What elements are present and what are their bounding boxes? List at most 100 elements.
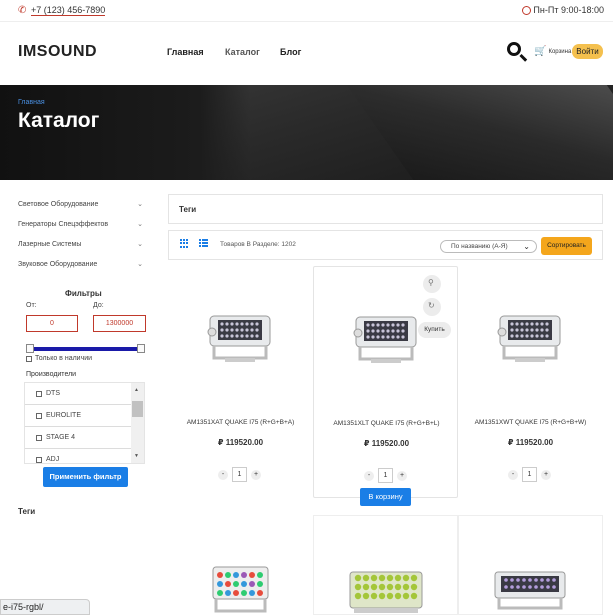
product-image[interactable]	[346, 309, 426, 369]
in-stock-toggle[interactable]: Только в наличии	[26, 355, 92, 362]
scroll-down-icon[interactable]: ▼	[134, 453, 139, 459]
breadcrumb[interactable]: Главная	[18, 99, 45, 106]
price-from-label: От:	[26, 302, 37, 309]
nav-blog[interactable]: Блог	[280, 47, 301, 57]
product-name[interactable]: AM1351XLT QUAKE I75 (R+G+B+L)	[314, 420, 459, 427]
manufacturer-item[interactable]: DTS	[25, 383, 131, 405]
site-logo[interactable]: IMSOUND	[18, 43, 97, 61]
compare-button[interactable]: ↻	[423, 298, 441, 316]
cart-icon: 🛒	[534, 46, 547, 57]
grid-view-icon[interactable]	[180, 239, 189, 248]
product-card[interactable]	[168, 515, 313, 615]
category-item[interactable]: Генераторы Спецэффектов ⌄	[18, 215, 145, 235]
product-count: Товаров В Разделе: 1202	[220, 241, 296, 248]
chevron-down-icon: ⌄	[137, 241, 143, 248]
manufacturer-item[interactable]: EUROLITE	[25, 405, 131, 427]
sidebar-tags-title: Теги	[18, 507, 36, 516]
category-item[interactable]: Звуковое Оборудование ⌄	[18, 255, 145, 275]
product-card[interactable]	[313, 515, 458, 615]
manufacturer-item[interactable]: ADJ	[25, 449, 131, 463]
in-stock-checkbox[interactable]	[26, 355, 32, 362]
sort-button[interactable]: Сортировать	[541, 237, 592, 255]
product-image[interactable]	[490, 308, 570, 368]
product-image[interactable]	[200, 308, 280, 368]
product-name[interactable]: AM1351XWT QUAKE I75 (R+G+B+W)	[458, 419, 603, 426]
nav-catalog[interactable]: Каталог	[225, 47, 260, 57]
category-item[interactable]: Лазерные Системы ⌄	[18, 235, 145, 255]
cart-link[interactable]: 🛒 Корзина	[534, 47, 571, 57]
chevron-down-icon: ⌄	[137, 221, 143, 228]
slider-max-handle[interactable]	[137, 344, 145, 353]
nav-home[interactable]: Главная	[167, 47, 204, 57]
work-hours-text: Пн-Пт 9:00-18:00	[533, 5, 604, 15]
product-price: ₽ 119520.00	[363, 439, 410, 448]
filters-title: Фильтры	[65, 289, 102, 298]
price-to-label: До:	[93, 302, 104, 309]
buy-button[interactable]: Купить	[418, 322, 451, 338]
phone-number[interactable]: +7 (123) 456-7890	[31, 5, 106, 16]
manufacturer-label: DTS	[46, 390, 60, 397]
product-image[interactable]	[314, 516, 457, 614]
product-card[interactable]	[458, 515, 603, 615]
increase-button[interactable]: +	[397, 470, 407, 481]
manufacturer-item[interactable]: STAGE 4	[25, 427, 131, 449]
chevron-down-icon: ⌄	[523, 242, 530, 251]
tags-title: Теги	[179, 205, 197, 214]
manufacturer-label: STAGE 4	[46, 434, 76, 441]
manufacturers-list: DTS EUROLITE STAGE 4 ADJ ▲ ▼	[24, 382, 145, 464]
sort-select-value: По названию (А-Я)	[451, 243, 508, 250]
category-item[interactable]: Световое Оборудование ⌄	[18, 195, 145, 215]
clock-icon	[522, 5, 532, 15]
manufacturers-scrollbar[interactable]: ▲ ▼	[131, 383, 144, 463]
manufacturer-checkbox[interactable]	[36, 456, 42, 463]
slider-min-handle[interactable]	[26, 344, 34, 353]
chevron-down-icon: ⌄	[137, 261, 143, 268]
price-to-input[interactable]: 1300000	[93, 315, 146, 332]
product-name[interactable]: AM1351XAT QUAKE I75 (R+G+B+A)	[168, 419, 313, 426]
product-price: ₽ 119520.00	[217, 438, 264, 447]
product-card[interactable]: ⚲ ↻ Купить AM1351XLT QUAKE I75 (R+G+B+L)…	[313, 266, 458, 498]
increase-button[interactable]: +	[541, 469, 551, 480]
price-from-input[interactable]: 0	[26, 315, 78, 332]
quantity-stepper: - 1 +	[508, 467, 551, 482]
price-range-slider[interactable]	[30, 347, 142, 351]
product-image[interactable]	[459, 516, 602, 614]
product-card[interactable]: AM1351XAT QUAKE I75 (R+G+B+A) ₽ 119520.0…	[168, 266, 313, 498]
decrease-button[interactable]: -	[508, 469, 518, 480]
phone-link[interactable]: ✆ +7 (123) 456-7890	[18, 4, 106, 16]
login-button[interactable]: Войти	[572, 44, 603, 59]
manufacturer-checkbox[interactable]	[36, 390, 42, 397]
quantity-input[interactable]: 1	[232, 467, 247, 482]
product-image[interactable]	[168, 515, 313, 615]
quick-view-button[interactable]: ⚲	[423, 275, 441, 293]
quantity-input[interactable]: 1	[378, 468, 393, 483]
add-to-cart-button[interactable]: В корзину	[360, 488, 411, 506]
decrease-button[interactable]: -	[218, 469, 228, 480]
decrease-button[interactable]: -	[364, 470, 374, 481]
list-view-icon[interactable]	[199, 239, 208, 247]
apply-filter-button[interactable]: Применить фильтр	[43, 467, 128, 487]
manufacturer-label: EUROLITE	[46, 412, 82, 419]
manufacturer-checkbox[interactable]	[36, 434, 42, 441]
scroll-up-icon[interactable]: ▲	[134, 387, 139, 393]
category-label: Лазерные Системы	[18, 241, 82, 248]
increase-button[interactable]: +	[251, 469, 261, 480]
search-icon: ⚲	[428, 278, 434, 287]
scrollbar-thumb[interactable]	[132, 401, 143, 417]
quantity-stepper: - 1 +	[218, 467, 261, 482]
category-label: Звуковое Оборудование	[18, 261, 98, 268]
product-card[interactable]: AM1351XWT QUAKE I75 (R+G+B+W) ₽ 119520.0…	[458, 266, 603, 498]
in-stock-label: Только в наличии	[35, 355, 93, 362]
sort-select[interactable]: По названию (А-Я) ⌄	[440, 240, 537, 253]
quantity-stepper: - 1 +	[364, 468, 407, 483]
phone-icon: ✆	[18, 4, 27, 16]
page-title: Каталог	[18, 109, 100, 132]
search-icon[interactable]	[506, 41, 528, 63]
quantity-input[interactable]: 1	[522, 467, 537, 482]
tags-panel: Теги	[168, 194, 603, 224]
top-bar: ✆ +7 (123) 456-7890 Пн-Пт 9:00-18:00	[0, 0, 613, 22]
manufacturer-label: ADJ	[46, 456, 60, 463]
manufacturer-checkbox[interactable]	[36, 412, 42, 419]
catalog-toolbar: Товаров В Разделе: 1202 По названию (А-Я…	[168, 230, 603, 260]
cart-label: Корзина	[548, 49, 572, 55]
